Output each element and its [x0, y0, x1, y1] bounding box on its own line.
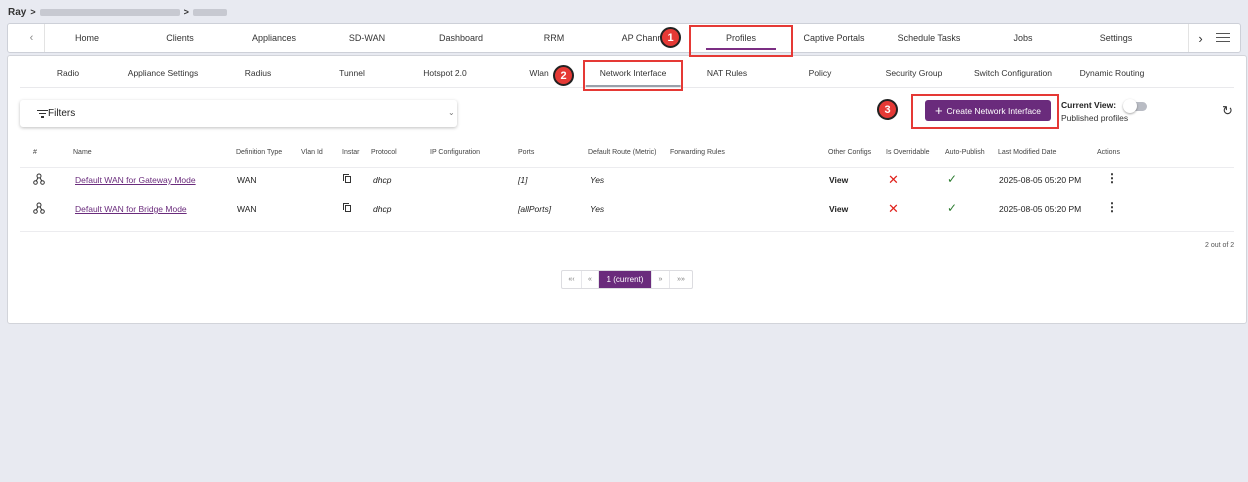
- tab-appliances[interactable]: Appliances: [252, 24, 296, 52]
- col-instance[interactable]: Instar: [342, 149, 360, 156]
- step-badge-2: 2: [553, 65, 574, 86]
- filters-label: Filters: [48, 108, 76, 119]
- tab-dashboard[interactable]: Dashboard: [439, 24, 483, 52]
- breadcrumb-separator-2: >: [183, 7, 189, 17]
- tab-settings[interactable]: Settings: [1100, 24, 1133, 52]
- row-ports: [allPorts]: [518, 204, 552, 214]
- close-icon: ✕: [888, 201, 899, 216]
- row-default-route: Yes: [590, 175, 605, 185]
- tab-captive-portals[interactable]: Captive Portals: [803, 24, 864, 52]
- more-vertical-icon[interactable]: ⋮: [1106, 171, 1118, 185]
- network-icon: [33, 202, 45, 214]
- step-badge-1: 1: [660, 27, 681, 48]
- col-name[interactable]: Name: [73, 149, 92, 156]
- subtab-appliance-settings[interactable]: Appliance Settings: [128, 68, 198, 78]
- subtab-dynamic-routing[interactable]: Dynamic Routing: [1080, 68, 1145, 78]
- current-view-toggle[interactable]: [1123, 99, 1147, 113]
- tab-schedule-tasks[interactable]: Schedule Tasks: [898, 24, 961, 52]
- col-auto-publish[interactable]: Auto-Publish: [945, 149, 985, 156]
- col-definition-type[interactable]: Definition Type: [236, 149, 282, 156]
- breadcrumb-redacted-item[interactable]: [39, 8, 180, 16]
- col-last-modified[interactable]: Last Modified Date: [998, 149, 1056, 156]
- network-icon: [33, 173, 45, 185]
- breadcrumb-separator: >: [30, 7, 36, 17]
- subtab-wlan[interactable]: Wlan: [529, 68, 548, 78]
- refresh-icon[interactable]: ↻: [1222, 103, 1233, 119]
- subnav-divider: [20, 87, 1234, 88]
- subtab-radio[interactable]: Radio: [57, 68, 79, 78]
- tab-jobs[interactable]: Jobs: [1013, 24, 1032, 52]
- chevron-right-icon[interactable]: ›: [1188, 24, 1212, 52]
- chevron-down-icon[interactable]: ⌄: [448, 108, 455, 117]
- tab-ap-channel[interactable]: AP Chann: [622, 24, 663, 52]
- col-is-overridable[interactable]: Is Overridable: [886, 149, 930, 156]
- col-other-configs[interactable]: Other Configs: [828, 149, 871, 156]
- row-definition-type: WAN: [237, 175, 257, 185]
- row-definition-type: WAN: [237, 204, 257, 214]
- filters-panel[interactable]: Filters ⌄: [20, 100, 457, 127]
- create-button-label: Create Network Interface: [946, 105, 1042, 116]
- chevron-left-icon[interactable]: ‹: [19, 24, 45, 52]
- breadcrumb-root[interactable]: Ray: [8, 7, 26, 18]
- current-view-label: Current View:: [1061, 100, 1117, 110]
- subtab-switch-configuration[interactable]: Switch Configuration: [974, 68, 1052, 78]
- table-bottom-divider: [20, 231, 1234, 232]
- row-last-modified: 2025-08-05 05:20 PM: [999, 175, 1082, 185]
- subtab-hotspot[interactable]: Hotspot 2.0: [423, 68, 466, 78]
- col-vlan-id[interactable]: Vlan Id: [301, 149, 323, 156]
- first-page-button[interactable]: «‹: [562, 271, 582, 288]
- prev-page-button[interactable]: «: [582, 271, 599, 288]
- row-other-configs-view[interactable]: View: [829, 175, 848, 185]
- next-page-button[interactable]: »: [652, 271, 670, 288]
- top-nav: ‹ Home Clients Appliances SD-WAN Dashboa…: [7, 23, 1241, 53]
- close-icon: ✕: [888, 172, 899, 187]
- current-page[interactable]: 1 (current): [599, 271, 652, 288]
- subtab-network-interface[interactable]: Network Interface: [585, 68, 680, 87]
- col-default-route[interactable]: Default Route (Metric): [588, 149, 656, 156]
- main-content: Radio Appliance Settings Radius Tunnel H…: [7, 55, 1247, 324]
- menu-icon[interactable]: [1216, 30, 1230, 44]
- col-actions: Actions: [1097, 149, 1120, 156]
- row-other-configs-view[interactable]: View: [829, 204, 848, 214]
- more-vertical-icon[interactable]: ⋮: [1106, 200, 1118, 214]
- check-icon: ✓: [947, 201, 958, 215]
- row-default-route: Yes: [590, 204, 605, 214]
- current-view-value: Published profiles: [1061, 113, 1129, 123]
- row-name-link[interactable]: Default WAN for Bridge Mode: [75, 204, 187, 214]
- col-ports[interactable]: Ports: [518, 149, 534, 156]
- tab-rrm[interactable]: RRM: [544, 24, 565, 52]
- tab-clients[interactable]: Clients: [166, 24, 194, 52]
- step-badge-3: 3: [877, 99, 898, 120]
- subtab-security-group[interactable]: Security Group: [886, 68, 943, 78]
- create-network-interface-button[interactable]: + Create Network Interface: [925, 100, 1051, 121]
- subtab-nat-rules[interactable]: NAT Rules: [707, 68, 747, 78]
- tab-sd-wan[interactable]: SD-WAN: [349, 24, 385, 52]
- tab-home[interactable]: Home: [75, 24, 99, 52]
- copy-icon[interactable]: [343, 174, 351, 183]
- filter-icon: [37, 110, 48, 118]
- col-forwarding-rules[interactable]: Forwarding Rules: [670, 149, 725, 156]
- pagination: «‹ « 1 (current) » »»: [561, 270, 693, 289]
- row-ports: [1]: [518, 175, 528, 185]
- col-index: #: [33, 149, 37, 156]
- tab-profiles[interactable]: Profiles: [705, 24, 777, 52]
- breadcrumb: Ray > >: [8, 5, 227, 19]
- subtab-policy[interactable]: Policy: [809, 68, 832, 78]
- check-icon: ✓: [947, 172, 958, 186]
- copy-icon[interactable]: [343, 203, 351, 212]
- breadcrumb-redacted-item-2[interactable]: [192, 8, 227, 16]
- col-ip-configuration[interactable]: IP Configuration: [430, 149, 480, 156]
- last-page-button[interactable]: »»: [670, 271, 692, 288]
- result-count: 2 out of 2: [1205, 242, 1235, 249]
- col-protocol[interactable]: Protocol: [371, 149, 397, 156]
- row-name-link[interactable]: Default WAN for Gateway Mode: [75, 175, 196, 185]
- plus-icon: +: [934, 102, 943, 118]
- row-last-modified: 2025-08-05 05:20 PM: [999, 204, 1082, 214]
- row-protocol: dhcp: [373, 175, 392, 185]
- header-divider: [20, 167, 1234, 168]
- subtab-tunnel[interactable]: Tunnel: [339, 68, 365, 78]
- row-protocol: dhcp: [373, 204, 392, 214]
- toggle-knob: [1123, 99, 1137, 113]
- subtab-radius[interactable]: Radius: [245, 68, 271, 78]
